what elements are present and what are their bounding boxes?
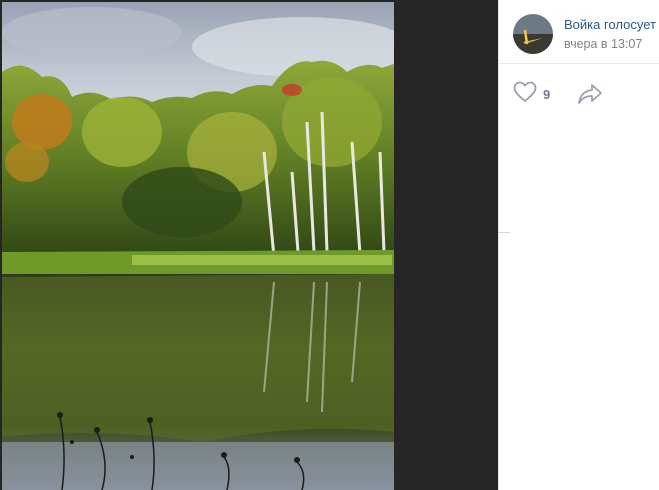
like-button[interactable]: 9	[513, 81, 551, 108]
like-count: 9	[543, 86, 551, 102]
avatar[interactable]	[513, 14, 553, 54]
share-button[interactable]	[577, 83, 603, 110]
divider	[498, 232, 510, 233]
heart-outline-icon	[513, 81, 537, 108]
photo-viewer	[0, 0, 498, 490]
share-arrow-icon	[577, 84, 603, 109]
post-timestamp[interactable]: вчера в 13:07	[564, 37, 642, 51]
post-header: Войка голосует вчера в 13:07	[499, 0, 659, 64]
post-actions: 9	[499, 64, 659, 124]
post-photo[interactable]	[2, 2, 394, 490]
author-name[interactable]: Войка голосует	[564, 17, 656, 32]
post-side-panel: Войка голосует вчера в 13:07 9	[498, 0, 659, 490]
